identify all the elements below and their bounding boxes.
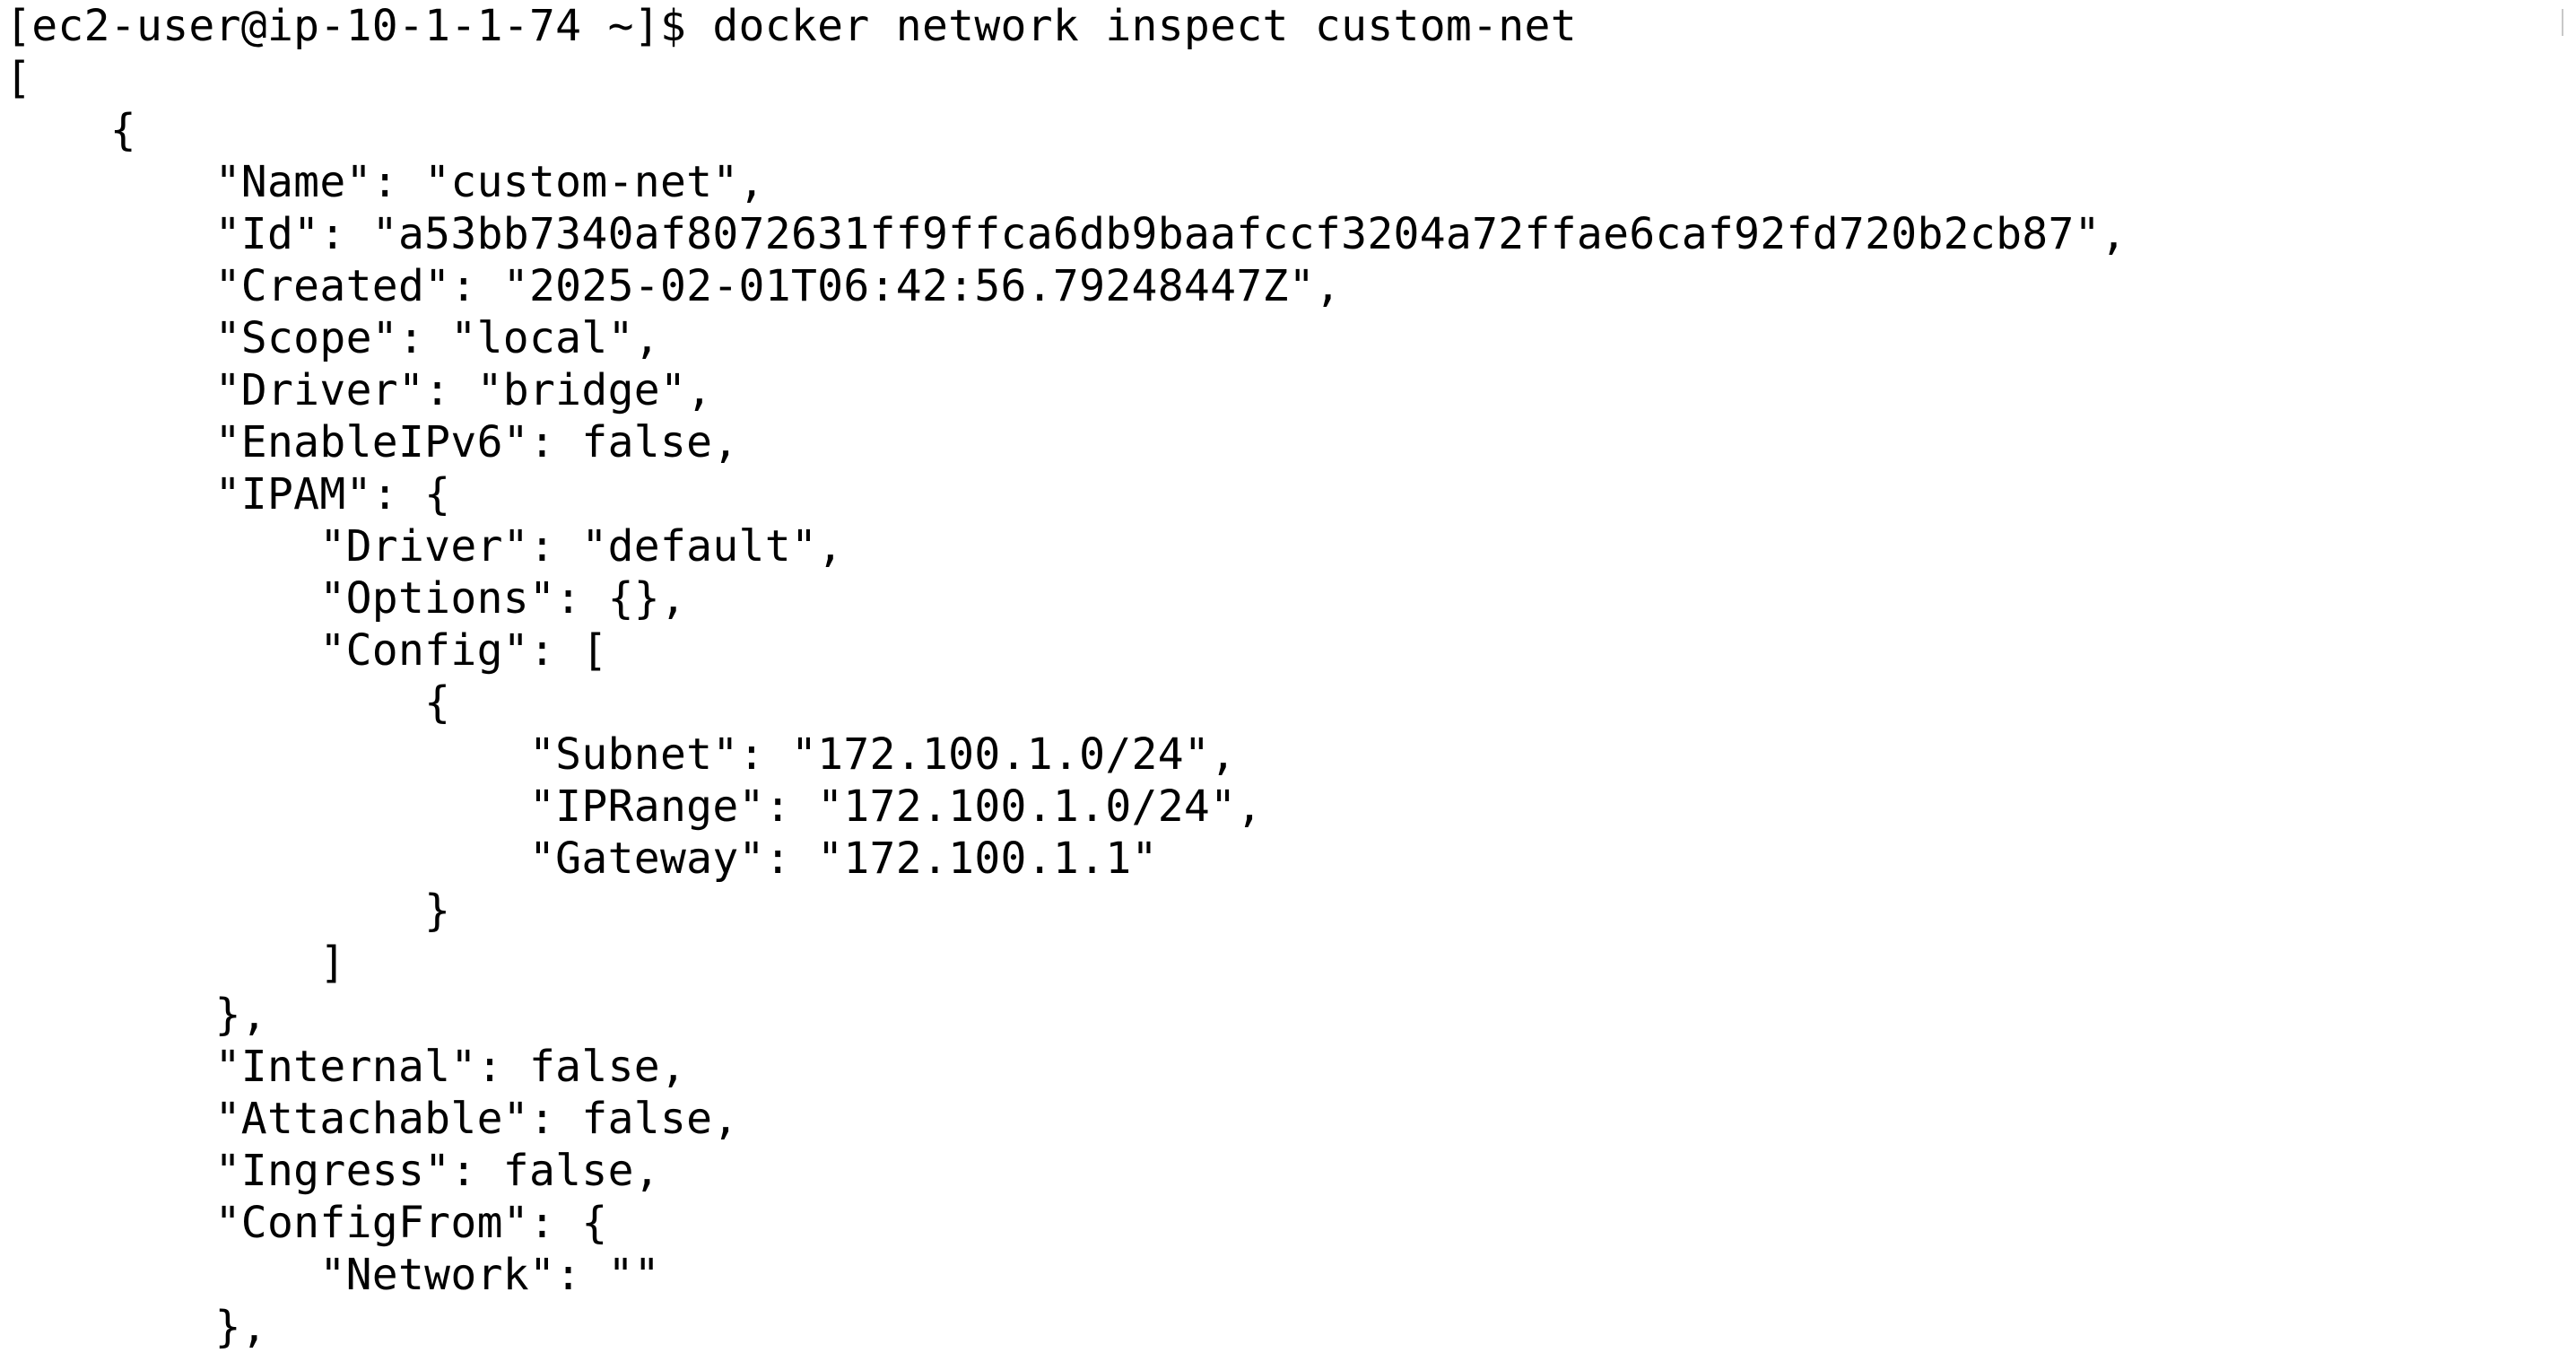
output-line: } (5, 886, 451, 936)
output-line: "Driver": "default", (5, 521, 844, 572)
output-line: "IPAM": { (5, 469, 451, 519)
output-line: "Attachable": false, (5, 1094, 739, 1144)
output-line: "ConfigFrom": { (5, 1198, 608, 1248)
output-line: "Driver": "bridge", (5, 365, 713, 415)
output-line: "Internal": false, (5, 1042, 687, 1092)
output-line: "Scope": "local", (5, 313, 660, 363)
output-line: }, (5, 990, 267, 1040)
output-line: "Subnet": "172.100.1.0/24", (5, 729, 1237, 780)
output-line: "Created": "2025-02-01T06:42:56.79248447… (5, 261, 1342, 311)
output-line: "Gateway": "172.100.1.1" (5, 834, 1158, 884)
output-line: ] (5, 938, 346, 988)
output-line: "Id": "a53bb7340af8072631ff9ffca6db9baaf… (5, 209, 2128, 259)
output-line: [ (5, 53, 32, 103)
output-line: "IPRange": "172.100.1.0/24", (5, 781, 1263, 832)
output-line: }, (5, 1302, 267, 1352)
scroll-indicator[interactable] (2562, 9, 2563, 36)
output-line: { (5, 677, 451, 728)
output-line: "Config": [ (5, 625, 608, 676)
output-line: { (5, 105, 136, 155)
terminal-window[interactable]: [ec2-user@ip-10-1-1-74 ~]$ docker networ… (0, 0, 2576, 1353)
output-line: "Network": "" (5, 1250, 660, 1300)
output-line: "EnableIPv6": false, (5, 417, 739, 467)
output-line: "Options": {}, (5, 573, 687, 624)
output-line: "Ingress": false, (5, 1146, 660, 1196)
shell-prompt-command: [ec2-user@ip-10-1-1-74 ~]$ docker networ… (5, 1, 1577, 51)
terminal-output: [ec2-user@ip-10-1-1-74 ~]$ docker networ… (5, 0, 2127, 1353)
output-line: "Name": "custom-net", (5, 157, 765, 207)
